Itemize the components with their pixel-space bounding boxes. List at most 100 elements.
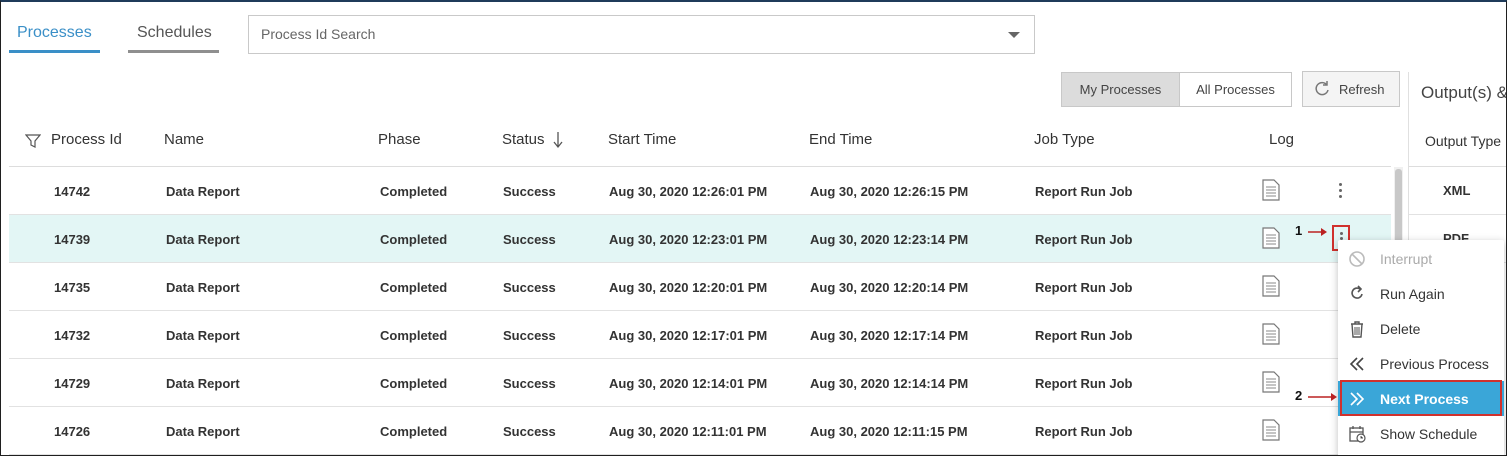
cell-phase: Completed bbox=[380, 328, 448, 343]
cell-end-time: Aug 30, 2020 12:26:15 PM bbox=[810, 184, 969, 199]
cell-status: Success bbox=[503, 328, 556, 343]
all-processes-button[interactable]: All Processes bbox=[1179, 72, 1292, 107]
outputs-title: Output(s) & bbox=[1421, 83, 1507, 102]
cell-status: Success bbox=[503, 232, 556, 247]
double-chevron-left-icon bbox=[1349, 357, 1364, 371]
cell-process-id: 14726 bbox=[54, 424, 91, 439]
cell-start-time: Aug 30, 2020 12:26:01 PM bbox=[609, 184, 768, 199]
cell-status: Success bbox=[503, 376, 556, 391]
menu-item-delete[interactable]: Delete bbox=[1338, 311, 1504, 346]
header-job-type[interactable]: Job Type bbox=[1034, 131, 1095, 148]
trash-icon bbox=[1351, 321, 1363, 338]
menu-item-label: Delete bbox=[1380, 321, 1421, 337]
tab-schedules[interactable]: Schedules bbox=[137, 24, 212, 42]
cell-end-time: Aug 30, 2020 12:11:15 PM bbox=[810, 424, 968, 439]
cell-name: Data Report bbox=[166, 184, 240, 199]
table-row[interactable]: 14729 Data Report Completed Success Aug … bbox=[9, 359, 1391, 407]
refresh-button[interactable]: Refresh bbox=[1302, 71, 1400, 107]
cell-phase: Completed bbox=[380, 424, 448, 439]
redo-icon bbox=[1351, 285, 1363, 299]
filter-icon[interactable] bbox=[25, 133, 41, 149]
cell-start-time: Aug 30, 2020 12:17:01 PM bbox=[609, 328, 768, 343]
cell-name: Data Report bbox=[166, 232, 240, 247]
header-name[interactable]: Name bbox=[164, 131, 204, 148]
cell-process-id: 14729 bbox=[54, 376, 91, 391]
calendar-clock-icon bbox=[1349, 426, 1366, 443]
menu-item-show-schedule[interactable]: Show Schedule bbox=[1338, 416, 1504, 451]
log-document-icon[interactable] bbox=[1262, 179, 1280, 201]
cell-name: Data Report bbox=[166, 424, 240, 439]
header-phase[interactable]: Phase bbox=[378, 131, 421, 148]
cell-start-time: Aug 30, 2020 12:20:01 PM bbox=[609, 280, 768, 295]
header-process-id[interactable]: Process Id bbox=[51, 131, 122, 148]
refresh-icon bbox=[1315, 81, 1329, 96]
cell-process-id: 14732 bbox=[54, 328, 91, 343]
tab-processes[interactable]: Processes bbox=[17, 24, 92, 42]
menu-item-run-again[interactable]: Run Again bbox=[1338, 276, 1504, 311]
refresh-label: Refresh bbox=[1339, 81, 1385, 97]
cell-process-id: 14735 bbox=[54, 280, 91, 295]
cell-status: Success bbox=[503, 424, 556, 439]
cell-phase: Completed bbox=[380, 184, 448, 199]
log-document-icon[interactable] bbox=[1262, 419, 1280, 441]
annotation-arrow-icon bbox=[1308, 393, 1337, 401]
header-log: Log bbox=[1269, 131, 1295, 148]
tab-underline bbox=[128, 50, 219, 53]
cell-job-type: Report Run Job bbox=[1035, 184, 1133, 199]
next-process-highlight bbox=[1340, 380, 1502, 416]
process-id-search[interactable]: Process Id Search bbox=[248, 15, 1035, 54]
table-row[interactable]: 14726 Data Report Completed Success Aug … bbox=[9, 407, 1391, 455]
cell-status: Success bbox=[503, 184, 556, 199]
cell-phase: Completed bbox=[380, 280, 448, 295]
table-row[interactable]: 14735 Data Report Completed Success Aug … bbox=[9, 263, 1391, 311]
cell-job-type: Report Run Job bbox=[1035, 328, 1133, 343]
annotation-arrow-icon bbox=[1308, 228, 1327, 236]
search-placeholder: Process Id Search bbox=[261, 26, 376, 42]
header-start-time[interactable]: Start Time bbox=[608, 131, 676, 148]
cell-end-time: Aug 30, 2020 12:17:14 PM bbox=[810, 328, 969, 343]
chevron-down-icon[interactable] bbox=[1008, 32, 1020, 38]
cell-start-time: Aug 30, 2020 12:11:01 PM bbox=[609, 424, 767, 439]
cell-start-time: Aug 30, 2020 12:23:01 PM bbox=[609, 232, 768, 247]
cell-start-time: Aug 30, 2020 12:14:01 PM bbox=[609, 376, 768, 391]
app-frame: Processes Schedules Process Id Search My… bbox=[0, 0, 1507, 456]
menu-item-label: Interrupt bbox=[1380, 251, 1433, 267]
row-actions-menu-icon[interactable] bbox=[1335, 179, 1347, 203]
output-row[interactable]: XML bbox=[1409, 167, 1506, 215]
cell-job-type: Report Run Job bbox=[1035, 232, 1133, 247]
table-row[interactable]: 14742 Data Report Completed Success Aug … bbox=[9, 167, 1391, 215]
cell-job-type: Report Run Job bbox=[1035, 280, 1133, 295]
log-document-icon[interactable] bbox=[1262, 227, 1280, 249]
sort-down-icon[interactable] bbox=[553, 131, 563, 149]
annotation-step-2: 2 bbox=[1295, 388, 1303, 403]
cell-name: Data Report bbox=[166, 280, 240, 295]
menu-item-previous-process[interactable]: Previous Process bbox=[1338, 346, 1504, 381]
cell-job-type: Report Run Job bbox=[1035, 424, 1133, 439]
menu-item-label: Run Again bbox=[1380, 286, 1445, 302]
outputs-header: Output Type bbox=[1409, 115, 1506, 167]
output-type-header: Output Type bbox=[1425, 133, 1502, 149]
cell-end-time: Aug 30, 2020 12:14:14 PM bbox=[810, 376, 969, 391]
menu-item-interrupt[interactable]: Interrupt bbox=[1338, 241, 1504, 276]
row-context-menu: Interrupt Run Again Delete Previous Proc… bbox=[1338, 240, 1504, 455]
cell-status: Success bbox=[503, 280, 556, 295]
menu-item-label: Show Schedule bbox=[1380, 426, 1478, 442]
cell-end-time: Aug 30, 2020 12:20:14 PM bbox=[810, 280, 969, 295]
log-document-icon[interactable] bbox=[1262, 275, 1280, 297]
table-row-selected[interactable]: 14739 Data Report Completed Success Aug … bbox=[9, 215, 1391, 263]
table-row[interactable]: 14732 Data Report Completed Success Aug … bbox=[9, 311, 1391, 359]
cell-end-time: Aug 30, 2020 12:23:14 PM bbox=[810, 232, 969, 247]
cell-job-type: Report Run Job bbox=[1035, 376, 1133, 391]
output-type-cell: XML bbox=[1443, 183, 1471, 198]
cell-process-id: 14742 bbox=[54, 184, 91, 199]
cell-process-id: 14739 bbox=[54, 232, 91, 247]
my-processes-button[interactable]: My Processes bbox=[1061, 72, 1180, 107]
annotation-step-1: 1 bbox=[1295, 223, 1303, 238]
log-document-icon[interactable] bbox=[1262, 371, 1280, 393]
header-status[interactable]: Status bbox=[502, 131, 545, 148]
log-document-icon[interactable] bbox=[1262, 323, 1280, 345]
table-header: Process Id Name Phase Status Start Time … bbox=[9, 115, 1391, 167]
cell-name: Data Report bbox=[166, 376, 240, 391]
header-end-time[interactable]: End Time bbox=[809, 131, 872, 148]
cell-phase: Completed bbox=[380, 232, 448, 247]
